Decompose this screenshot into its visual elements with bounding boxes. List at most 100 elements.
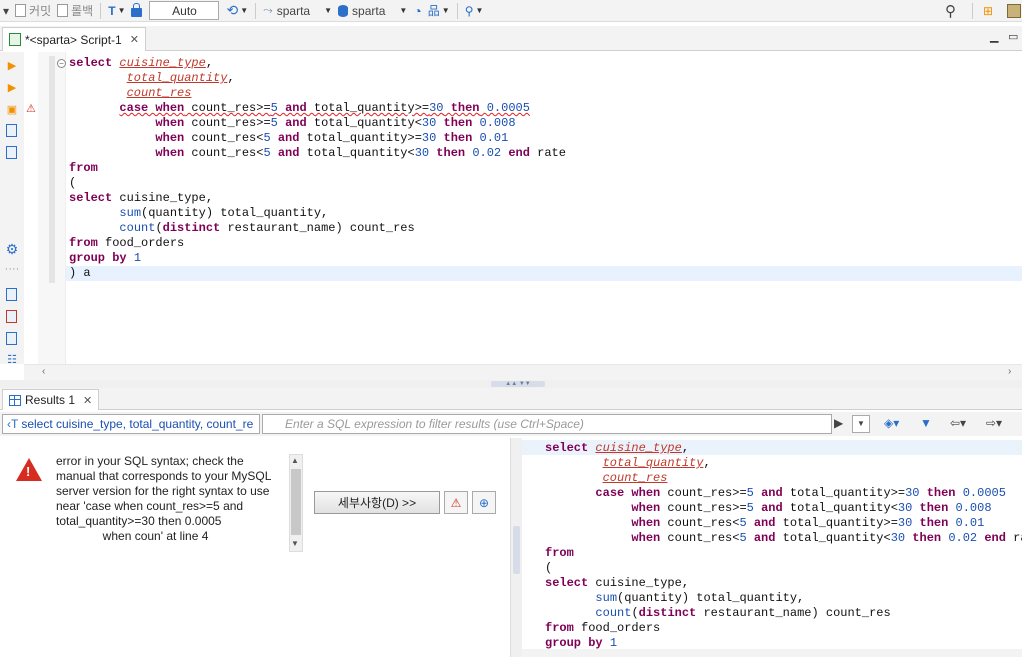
minimize-icon[interactable]: ▁ — [990, 30, 998, 43]
details-button[interactable]: 세부사항(D) >> — [314, 491, 440, 514]
error-scrollbar[interactable]: ▲ ▼ — [289, 454, 303, 552]
global-search-button[interactable]: ⚲ — [942, 1, 959, 21]
results-splitter[interactable] — [510, 438, 522, 657]
schema-selector[interactable]: ⤳ sparta ▼ — [260, 1, 335, 21]
error-log-button[interactable]: ⚠ — [444, 491, 468, 514]
error-icon — [16, 458, 42, 481]
rollback-button[interactable]: 롤백 — [54, 1, 96, 21]
filter-icon[interactable]: ▼ — [920, 416, 932, 430]
close-icon[interactable]: ✕ — [130, 33, 139, 46]
code-token: 5 — [746, 486, 754, 500]
fold-toggle-icon[interactable]: − — [57, 59, 66, 68]
settings-icon[interactable]: ⚙ — [5, 241, 19, 257]
menu-dropdown-icon[interactable]: ▾ — [0, 1, 12, 21]
code-token: count_res>= — [660, 486, 747, 500]
statement-marker — [49, 56, 55, 283]
failed-query-text[interactable]: select cuisine_type, total_quantity, cou… — [545, 441, 1022, 651]
code-token: total_quantity< — [299, 146, 415, 160]
explain-plan-icon[interactable] — [6, 124, 17, 137]
maximize-icon[interactable]: ▭ — [1008, 30, 1018, 43]
scroll-up-icon[interactable]: ▲ — [291, 456, 299, 465]
tab-results-1[interactable]: Results 1 ✕ — [2, 389, 100, 410]
scroll-thumb[interactable] — [291, 469, 301, 535]
code-token: total_quantity>= — [306, 101, 430, 115]
code-token: total_quantity< — [306, 116, 422, 130]
execute-new-tab-icon[interactable]: ▶ — [5, 80, 19, 94]
query-text: select cuisine_type, total_quantity, cou… — [21, 417, 254, 431]
lock-button[interactable] — [128, 1, 145, 21]
code-token: select — [69, 191, 113, 205]
splitter-handle[interactable] — [513, 526, 520, 574]
code-token: 30 — [414, 146, 430, 160]
error-message: error in your SQL syntax; check the manua… — [56, 454, 284, 544]
chevron-down-icon: ▼ — [399, 6, 408, 15]
code-token: 5 — [270, 116, 278, 130]
code-line: count(distinct restaurant_name) count_re… — [545, 606, 1022, 621]
code-token: 30 — [897, 501, 913, 515]
code-token: count_res>= — [184, 116, 271, 130]
transaction-mode-select[interactable]: Auto — [149, 1, 220, 20]
code-token: 30 — [897, 516, 913, 530]
splitter-handle[interactable]: ▲▲ ▼▼ — [491, 381, 545, 387]
dbeaver-perspective-button[interactable] — [1004, 1, 1022, 21]
forward-icon[interactable]: ⇨▾ — [986, 416, 1002, 430]
datasource-selector[interactable]: sparta ▼ — [335, 1, 410, 21]
filter-history-dropdown[interactable]: ▼ — [852, 415, 870, 433]
rollback-label: 롤백 — [71, 4, 94, 18]
find-button[interactable]: ⚲ ▼ — [462, 1, 487, 21]
code-token: when — [155, 116, 185, 130]
editor-horizontal-scrollbar[interactable]: ‹ › — [24, 364, 1022, 380]
tab-script-1[interactable]: *<sparta> Script-1 ✕ — [2, 27, 146, 51]
history-button[interactable]: ⟲ ▼ — [223, 1, 251, 21]
code-token: then — [450, 101, 480, 115]
close-icon[interactable]: ✕ — [83, 394, 92, 407]
console-icon[interactable] — [6, 146, 17, 159]
code-token: case when — [119, 101, 185, 115]
code-text[interactable]: select cuisine_type, total_quantity, cou… — [69, 56, 566, 281]
transaction-mode-button[interactable]: T ▼ — [105, 1, 128, 21]
clear-filter-icon[interactable]: ◈▾ — [884, 416, 899, 430]
outline-icon[interactable]: ☷ — [5, 352, 19, 366]
tree-button[interactable]: 品 ▼ — [425, 1, 453, 21]
code-token: , — [681, 441, 690, 455]
execute-statement-icon[interactable]: ▶ — [5, 58, 19, 72]
perspective-button[interactable]: ⊞ — [980, 1, 996, 21]
execute-script-icon[interactable]: ▣ — [5, 102, 19, 116]
code-token: count_res< — [660, 531, 740, 545]
back-icon[interactable]: ⇦▾ — [950, 416, 966, 430]
query-text-label[interactable]: ‹T select cuisine_type, total_quantity, … — [2, 414, 260, 434]
load-script-icon[interactable] — [6, 310, 17, 323]
tab-script-1-label: *<sparta> Script-1 — [25, 32, 122, 47]
filter-input[interactable] — [262, 414, 832, 434]
code-token: total_quantity — [126, 71, 228, 85]
pane-splitter[interactable]: ▲▲ ▼▼ — [0, 380, 1022, 388]
warning-icon[interactable]: ⚠ — [26, 102, 36, 115]
code-line: total_quantity, — [69, 71, 566, 86]
code-token: 30 — [421, 116, 437, 130]
code-token: from — [69, 236, 98, 250]
code-token: then — [919, 501, 949, 515]
code-token: then — [926, 486, 956, 500]
code-token: and — [753, 531, 776, 545]
info-button[interactable]: ⊕ — [472, 491, 496, 514]
code-token: from — [69, 161, 98, 175]
code-token: 0.008 — [479, 116, 516, 130]
commit-button[interactable]: 커밋 — [12, 1, 54, 21]
scroll-right-icon[interactable]: › — [1008, 366, 1011, 377]
code-token: total_quantity< — [775, 531, 891, 545]
dashboard-button[interactable]: ◔ — [410, 1, 424, 21]
sql-editor[interactable]: ⚠ − select cuisine_type, total_quantity,… — [24, 52, 1022, 364]
scroll-down-icon[interactable]: ▼ — [291, 539, 299, 548]
export-icon[interactable] — [6, 288, 17, 301]
scroll-left-icon[interactable]: ‹ — [42, 366, 45, 377]
apply-filter-icon[interactable]: ▶ — [834, 416, 843, 430]
query-pane-horizontal-scrollbar[interactable] — [522, 649, 1022, 657]
code-token: and — [761, 486, 783, 500]
save-script-icon[interactable] — [6, 332, 17, 345]
code-token: 0.01 — [955, 516, 985, 530]
